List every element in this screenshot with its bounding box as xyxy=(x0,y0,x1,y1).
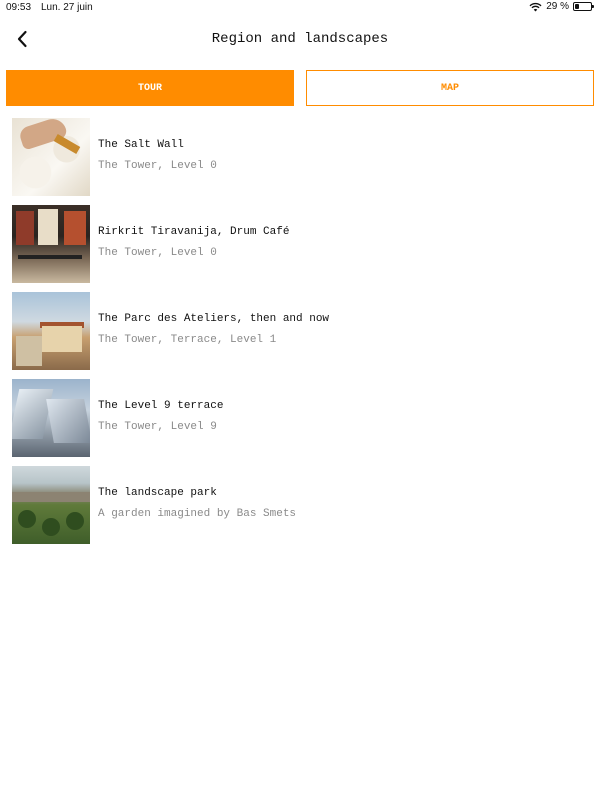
status-time: 09:53 xyxy=(6,2,32,13)
page-title: Region and landscapes xyxy=(211,31,389,47)
thumbnail-detail xyxy=(66,512,84,530)
item-subtitle: The Tower, Level 0 xyxy=(98,160,217,172)
battery-icon xyxy=(573,2,594,11)
item-title: The Salt Wall xyxy=(98,139,184,151)
header: Region and landscapes xyxy=(0,22,600,56)
tab-map[interactable]: MAP xyxy=(306,70,594,106)
item-subtitle: A garden imagined by Bas Smets xyxy=(98,508,297,520)
thumbnail-image xyxy=(12,379,90,457)
item-title: The landscape park xyxy=(98,487,217,499)
tour-list: The Salt Wall The Tower, Level 0 Rirkrit… xyxy=(12,118,592,553)
item-title: Rirkrit Tiravanija, Drum Café xyxy=(98,226,290,238)
thumbnail-detail xyxy=(42,326,82,352)
thumbnail-detail xyxy=(42,518,60,536)
item-subtitle: The Tower, Level 9 xyxy=(98,421,217,433)
thumbnail-detail xyxy=(46,399,90,443)
thumbnail-detail xyxy=(16,336,42,366)
thumbnail-detail xyxy=(64,211,86,245)
battery-fill xyxy=(575,4,579,9)
thumbnail-image xyxy=(12,292,90,370)
list-item[interactable]: The landscape park A garden imagined by … xyxy=(12,466,592,553)
item-subtitle: The Tower, Level 0 xyxy=(98,247,217,259)
tab-bar: TOUR MAP xyxy=(6,70,594,106)
item-title: The Level 9 terrace xyxy=(98,400,224,412)
thumbnail-detail xyxy=(12,389,54,439)
thumbnail-image xyxy=(12,205,90,283)
list-item[interactable]: The Level 9 terrace The Tower, Level 9 xyxy=(12,379,592,466)
list-item[interactable]: The Salt Wall The Tower, Level 0 xyxy=(12,118,592,205)
thumbnail-detail xyxy=(18,255,82,259)
battery-percent: 29 % xyxy=(546,1,569,12)
thumbnail-image xyxy=(12,466,90,544)
thumbnail-detail xyxy=(38,209,58,245)
thumbnail-detail xyxy=(18,510,36,528)
thumbnail-detail xyxy=(12,492,90,502)
tab-tour[interactable]: TOUR xyxy=(6,70,294,106)
status-right: 29 % xyxy=(529,1,594,12)
list-item[interactable]: Rirkrit Tiravanija, Drum Café The Tower,… xyxy=(12,205,592,292)
thumbnail-detail xyxy=(16,211,34,245)
thumbnail-detail xyxy=(17,118,69,151)
item-subtitle: The Tower, Terrace, Level 1 xyxy=(98,334,277,346)
thumbnail-image xyxy=(12,118,90,196)
status-date: Lun. 27 juin xyxy=(41,2,93,13)
app-screen: 09:53 Lun. 27 juin 29 % Region and lands… xyxy=(0,0,600,800)
list-item[interactable]: The Parc des Ateliers, then and now The … xyxy=(12,292,592,379)
item-title: The Parc des Ateliers, then and now xyxy=(98,313,330,325)
wifi-icon xyxy=(529,2,542,11)
thumbnail-detail xyxy=(53,134,81,154)
status-bar: 09:53 Lun. 27 juin 29 % xyxy=(0,0,600,16)
